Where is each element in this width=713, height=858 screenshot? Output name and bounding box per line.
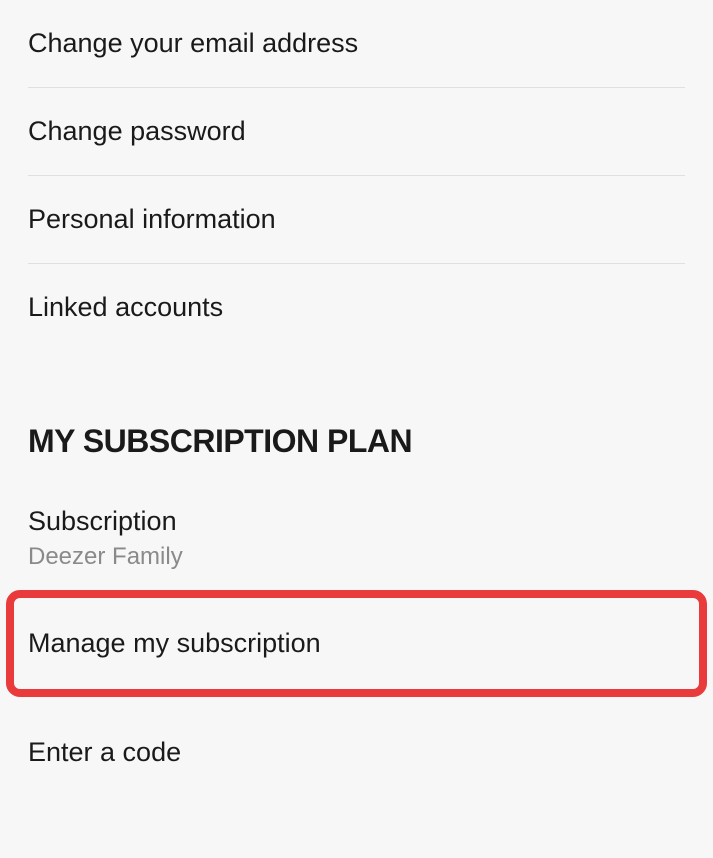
personal-info-item[interactable]: Personal information (28, 176, 685, 264)
subscription-value: Deezer Family (28, 543, 685, 571)
subscription-section-header: MY SUBSCRIPTION PLAN (28, 351, 685, 488)
linked-accounts-item[interactable]: Linked accounts (28, 264, 685, 351)
subscription-info[interactable]: Subscription Deezer Family (28, 488, 685, 594)
subscription-label: Subscription (28, 506, 685, 537)
enter-code-item[interactable]: Enter a code (28, 697, 685, 796)
change-email-item[interactable]: Change your email address (28, 0, 685, 88)
manage-subscription-item[interactable]: Manage my subscription (6, 590, 707, 697)
change-password-item[interactable]: Change password (28, 88, 685, 176)
